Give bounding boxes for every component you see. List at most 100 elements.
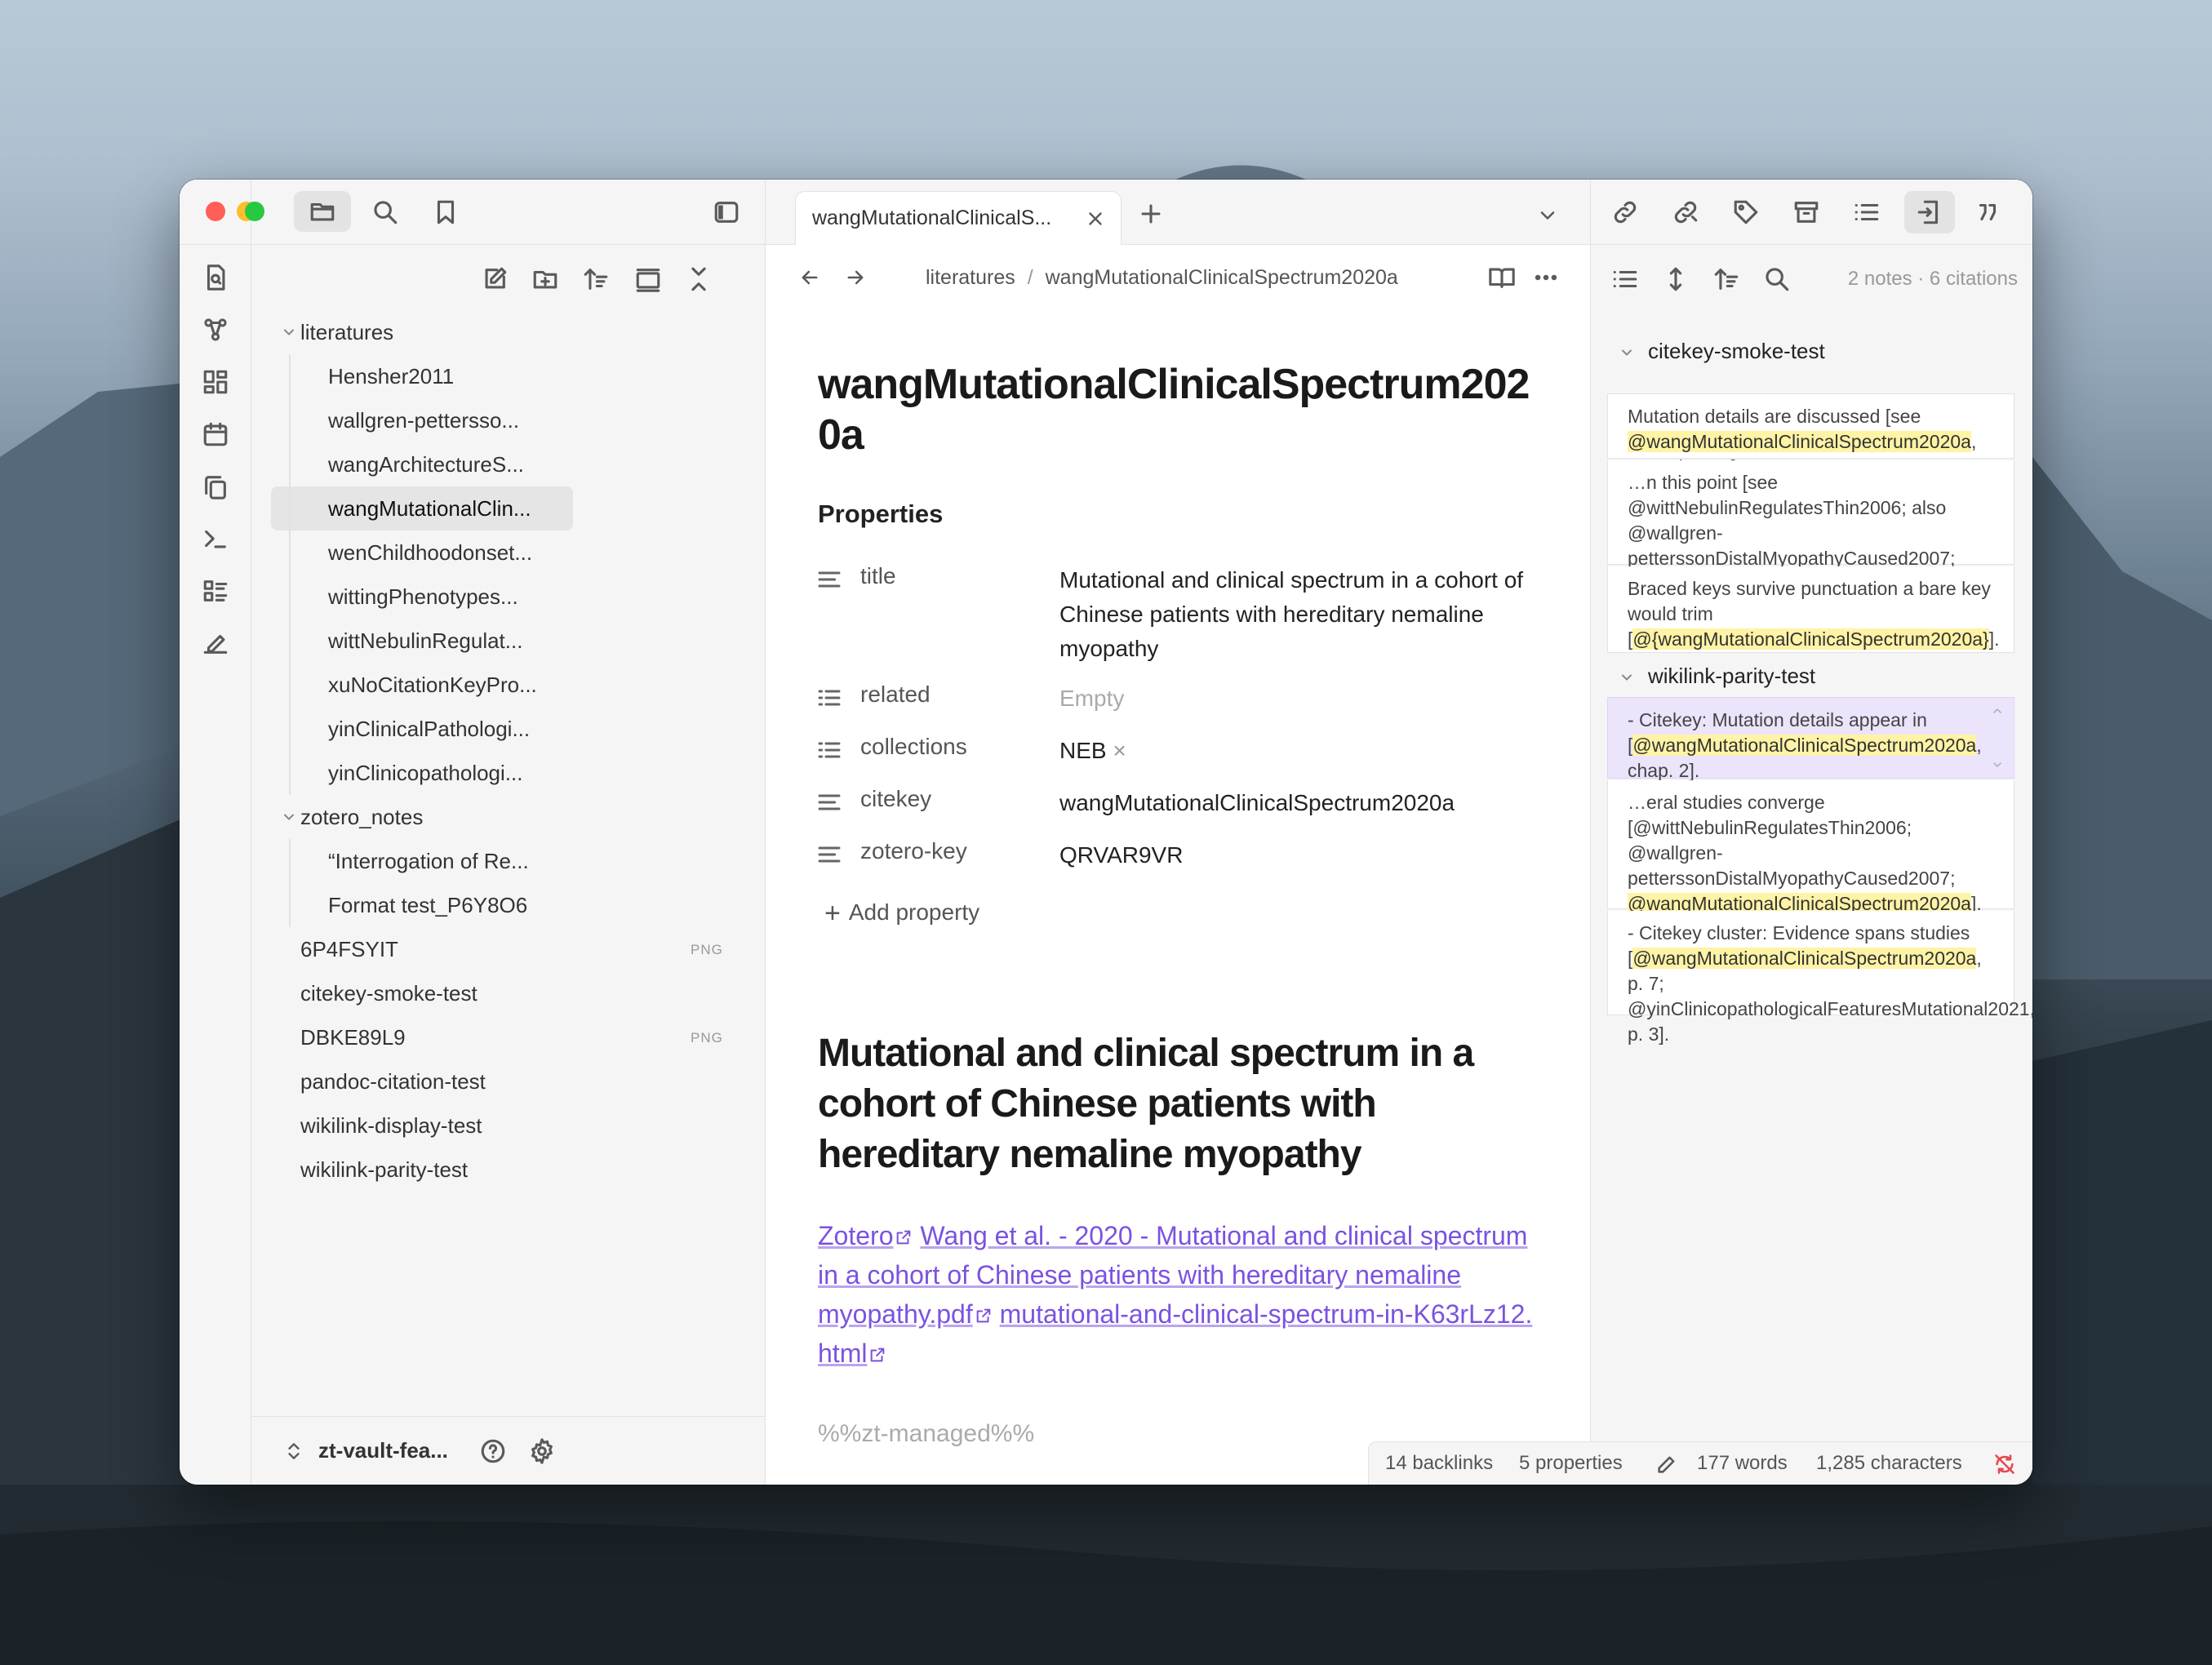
citations-panel-icon[interactable] — [1904, 191, 1955, 233]
breadcrumb-folder[interactable]: literatures — [926, 266, 1015, 289]
property-value-collections[interactable]: NEB × — [1059, 734, 1525, 768]
remove-tag-icon[interactable]: × — [1107, 738, 1126, 763]
search-icon[interactable] — [369, 196, 402, 229]
bookmark-icon[interactable] — [429, 196, 462, 229]
sidebar-left-icon[interactable] — [710, 196, 743, 229]
forward-arrow-icon[interactable] — [839, 261, 872, 294]
calendar-icon[interactable] — [199, 418, 232, 451]
list-view-icon[interactable] — [1609, 263, 1641, 295]
property-key-collections[interactable]: collections — [860, 734, 967, 760]
tree-file-item[interactable]: 6P4FSYIT — [271, 927, 573, 971]
property-key-title[interactable]: title — [860, 563, 896, 589]
more-options-icon[interactable] — [1530, 261, 1562, 294]
tab-list-chevron-icon[interactable] — [1531, 199, 1564, 232]
backlink-card[interactable]: - Citekey cluster: Evidence spans studie… — [1607, 911, 2032, 1045]
new-tab-icon[interactable] — [1135, 198, 1167, 230]
note-title[interactable]: wangMutationalClinicalSpectrum2020a — [818, 359, 1544, 460]
signature-icon[interactable] — [199, 627, 232, 659]
new-folder-icon[interactable] — [529, 263, 562, 295]
tree-file-item[interactable]: Format test_P6Y8O6 — [271, 883, 573, 927]
backlink-group-name[interactable]: wikilink-parity-test — [1648, 658, 1815, 694]
chevron-updown-icon[interactable] — [281, 1436, 307, 1466]
tree-file-item[interactable]: yinClinicopathologi... — [271, 751, 573, 795]
note-heading[interactable]: Mutational and clinical spectrum in a co… — [818, 1028, 1536, 1180]
property-value-title[interactable]: Mutational and clinical spectrum in a co… — [1059, 563, 1525, 666]
tree-file-item[interactable]: wikilink-parity-test — [271, 1148, 573, 1192]
tree-file-item[interactable]: wenChildhoodonset... — [271, 531, 573, 575]
status-properties[interactable]: 5 properties — [1519, 1452, 1623, 1475]
quote-icon[interactable] — [1971, 196, 2004, 229]
tree-file-item[interactable]: wikilink-display-test — [271, 1103, 573, 1148]
tree-file-item[interactable]: wangArchitectureS... — [271, 442, 573, 486]
archive-icon[interactable] — [1790, 196, 1823, 229]
property-value-zotero-key[interactable]: QRVAR9VR — [1059, 838, 1525, 872]
folder-literatures[interactable]: literatures — [300, 310, 692, 354]
copy-icon[interactable] — [199, 470, 232, 503]
property-value-related[interactable]: Empty — [1059, 682, 1525, 716]
tree-file-item[interactable]: xuNoCitationKeyPro... — [271, 663, 573, 707]
terminal-icon[interactable] — [199, 522, 232, 555]
backlink-group-name[interactable]: citekey-smoke-test — [1648, 333, 1825, 369]
backlink-card[interactable]: …n this point [see @wittNebulinRegulates… — [1607, 460, 2014, 594]
auto-reveal-icon[interactable] — [632, 263, 664, 295]
expand-vertical-icon[interactable] — [1659, 263, 1692, 295]
back-arrow-icon[interactable] — [793, 261, 826, 294]
outline-icon[interactable] — [1850, 196, 1883, 229]
tree-file-item[interactable]: wangMutationalClin... — [271, 486, 573, 531]
close-tab-icon[interactable] — [1082, 205, 1109, 233]
outgoing-links-icon[interactable] — [1669, 196, 1702, 229]
external-link-icon — [975, 1296, 993, 1323]
group-chevron-icon[interactable] — [1619, 344, 1635, 361]
status-backlinks[interactable]: 14 backlinks — [1385, 1452, 1493, 1475]
edit-mode-icon[interactable] — [1653, 1450, 1681, 1478]
graph-view-icon[interactable] — [199, 313, 232, 346]
backlinks-icon[interactable] — [1609, 196, 1641, 229]
add-property-button[interactable]: + Add property — [824, 898, 979, 930]
chevron-up-icon[interactable] — [1989, 703, 2005, 719]
folder-icon[interactable] — [294, 191, 351, 232]
sync-error-icon[interactable] — [1991, 1450, 2019, 1478]
close-window-button[interactable] — [206, 202, 225, 221]
sort-icon[interactable] — [580, 263, 612, 295]
help-icon[interactable] — [477, 1435, 509, 1467]
gear-icon[interactable] — [526, 1435, 558, 1467]
backlink-card[interactable]: - Citekey: Mutation details appear in [@… — [1607, 697, 2014, 781]
tag-icon[interactable] — [1730, 196, 1762, 229]
sort-icon[interactable] — [1710, 263, 1743, 295]
property-key-citekey[interactable]: citekey — [860, 786, 931, 812]
backlink-card[interactable]: …eral studies converge [@wittNebulinRegu… — [1607, 780, 2014, 914]
folder-zotero_notes[interactable]: zotero_notes — [300, 795, 692, 839]
tree-file-item[interactable]: yinClinicalPathologi... — [271, 707, 573, 751]
property-value-citekey[interactable]: wangMutationalClinicalSpectrum2020a — [1059, 786, 1525, 820]
breadcrumb-note[interactable]: wangMutationalClinicalSpectrum2020a — [1046, 266, 1398, 289]
managed-marker[interactable]: %%zt-managed%% — [818, 1420, 1034, 1448]
tree-file-item[interactable]: wittingPhenotypes... — [271, 575, 573, 619]
search-file-icon[interactable] — [199, 261, 232, 294]
tree-file-item[interactable]: wallgren-pettersso... — [271, 398, 573, 442]
property-key-zotero-key[interactable]: zotero-key — [860, 838, 967, 864]
folder-chevron-icon[interactable] — [281, 324, 297, 340]
tree-file-item[interactable]: wittNebulinRegulat... — [271, 619, 573, 663]
canvas-icon[interactable] — [199, 366, 232, 398]
folder-chevron-icon[interactable] — [281, 809, 297, 825]
tree-file-item[interactable]: “Interrogation of Re... — [271, 839, 573, 883]
property-key-related[interactable]: related — [860, 682, 931, 708]
new-note-icon[interactable] — [478, 263, 511, 295]
zoom-window-button[interactable] — [245, 202, 264, 221]
tree-file-item[interactable]: pandoc-citation-test — [271, 1059, 573, 1103]
backlink-card[interactable]: Mutation details are discussed [see @wan… — [1607, 393, 2014, 477]
zotero-link[interactable]: Zotero — [818, 1221, 893, 1250]
list-layout-icon[interactable] — [199, 575, 232, 607]
tree-file-item[interactable]: citekey-smoke-test — [271, 971, 573, 1015]
collapse-all-icon[interactable] — [682, 263, 715, 295]
tree-file-item[interactable]: Hensher2011 — [271, 354, 573, 398]
tree-file-item[interactable]: DBKE89L9 — [271, 1015, 573, 1059]
chevron-down-icon[interactable] — [1989, 757, 2005, 773]
search-icon[interactable] — [1761, 263, 1793, 295]
vault-name[interactable]: zt-vault-fea... — [318, 1438, 448, 1463]
group-chevron-icon[interactable] — [1619, 669, 1635, 686]
reading-view-icon[interactable] — [1486, 261, 1518, 294]
backlink-card[interactable]: Braced keys survive punctuation a bare k… — [1607, 566, 2014, 653]
tab-active[interactable]: wangMutationalClinicalS... — [795, 191, 1122, 245]
properties-heading[interactable]: Properties — [818, 500, 943, 529]
